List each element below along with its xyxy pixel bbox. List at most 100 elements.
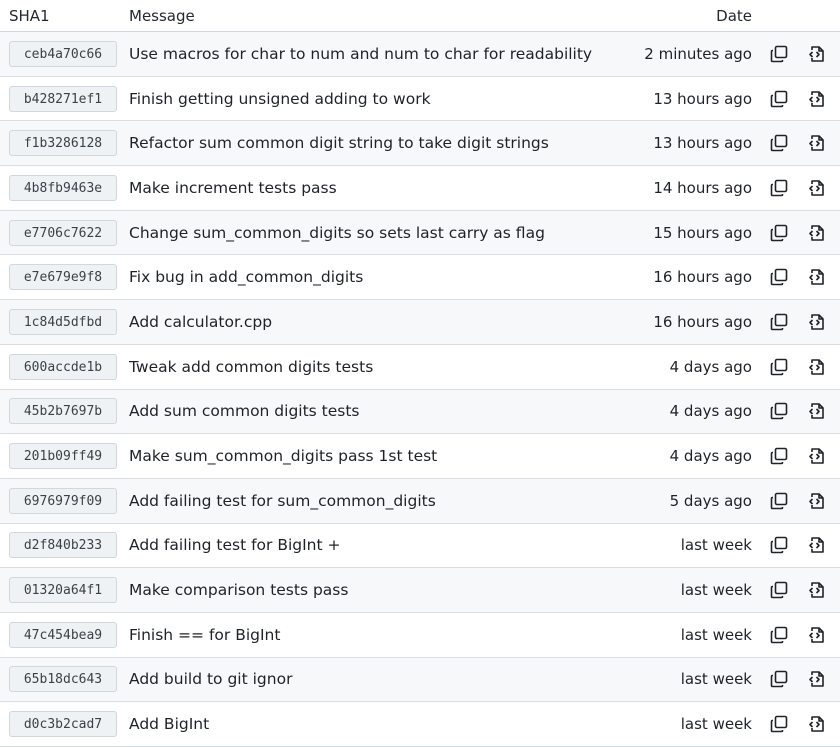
copy-sha-button[interactable] [768, 668, 790, 690]
browse-files-button[interactable] [806, 713, 828, 735]
commit-sha-button[interactable]: 01320a64f1 [9, 577, 117, 604]
browse-files-icon [809, 46, 824, 62]
browse-files-icon [809, 180, 824, 196]
commit-message[interactable]: Add failing test for BigInt + [129, 536, 640, 554]
commit-sha-button[interactable]: 47c454bea9 [9, 621, 117, 648]
copy-sha-button[interactable] [768, 266, 790, 288]
commit-sha-button[interactable]: e7e679e9f8 [9, 264, 117, 291]
copy-sha-button[interactable] [768, 490, 790, 512]
copy-icon [770, 313, 788, 331]
copy-sha-button[interactable] [768, 713, 790, 735]
commit-message[interactable]: Change sum_common_digits so sets last ca… [129, 224, 640, 242]
browse-files-icon [809, 358, 824, 375]
table-header: SHA1 Message Date [0, 0, 840, 32]
commit-message[interactable]: Finish == for BigInt [129, 626, 640, 644]
commit-sha-button[interactable]: d2f840b233 [9, 532, 117, 559]
browse-files-button[interactable] [806, 668, 828, 690]
browse-files-icon [809, 90, 824, 107]
browse-files-button[interactable] [806, 177, 828, 199]
copy-icon [770, 358, 788, 375]
browse-files-button[interactable] [806, 356, 828, 378]
copy-sha-button[interactable] [768, 311, 790, 333]
commit-sha-button[interactable]: 6976979f09 [9, 487, 117, 514]
browse-files-button[interactable] [806, 490, 828, 512]
commit-message[interactable]: Fix bug in add_common_digits [129, 268, 640, 286]
date-column-header: Date [716, 6, 752, 25]
commit-row: 1c84d5dfbd Add calculator.cpp 16 hours a… [0, 300, 840, 345]
commit-message[interactable]: Use macros for char to num and num to ch… [129, 45, 640, 63]
commit-message[interactable]: Finish getting unsigned adding to work [129, 90, 640, 108]
browse-files-icon [809, 224, 824, 241]
copy-icon [770, 45, 788, 63]
copy-icon [770, 447, 788, 465]
browse-files-button[interactable] [806, 266, 828, 288]
copy-icon [770, 224, 788, 241]
commit-row: d2f840b233 Add failing test for BigInt +… [0, 524, 840, 569]
browse-files-icon [809, 448, 824, 464]
commit-message[interactable]: Make sum_common_digits pass 1st test [129, 447, 640, 465]
commit-sha-button[interactable]: 45b2b7697b [9, 398, 117, 425]
commit-sha-button[interactable]: 4b8fb9463e [9, 174, 117, 201]
browse-files-button[interactable] [806, 311, 828, 333]
commit-sha-button[interactable]: 201b09ff49 [9, 443, 117, 470]
commit-sha-button[interactable]: e7706c7622 [9, 219, 117, 246]
copy-icon [770, 134, 788, 152]
commit-row: 4b8fb9463e Make increment tests pass 14 … [0, 166, 840, 211]
browse-files-button[interactable] [806, 132, 828, 154]
browse-files-icon [809, 314, 824, 330]
browse-files-icon [809, 537, 824, 554]
copy-icon [770, 90, 788, 107]
commit-message[interactable]: Make comparison tests pass [129, 581, 640, 599]
copy-sha-button[interactable] [768, 222, 790, 244]
commit-message[interactable]: Refactor sum common digit string to take… [129, 134, 640, 152]
commit-message[interactable]: Make increment tests pass [129, 179, 640, 197]
browse-files-button[interactable] [806, 445, 828, 467]
browse-files-button[interactable] [806, 534, 828, 556]
commit-sha-button[interactable]: d0c3b2cad7 [9, 711, 117, 738]
copy-sha-button[interactable] [768, 534, 790, 556]
copy-sha-button[interactable] [768, 579, 790, 601]
browse-files-icon [809, 492, 824, 509]
browse-files-button[interactable] [806, 624, 828, 646]
browse-files-button[interactable] [806, 88, 828, 110]
commit-sha-button[interactable]: ceb4a70c66 [9, 40, 117, 67]
browse-files-button[interactable] [806, 400, 828, 422]
commit-message[interactable]: Tweak add common digits tests [129, 358, 640, 376]
commit-row: f1b3286128 Refactor sum common digit str… [0, 121, 840, 167]
commit-row: d0c3b2cad7 Add BigInt last week [0, 702, 840, 747]
commit-list: SHA1 Message Date ceb4a70c66 Use macros … [0, 0, 840, 747]
commit-row: 47c454bea9 Finish == for BigInt last wee… [0, 613, 840, 658]
copy-sha-button[interactable] [768, 624, 790, 646]
commit-sha-button[interactable]: 65b18dc643 [9, 666, 117, 693]
copy-sha-button[interactable] [768, 88, 790, 110]
copy-icon [770, 179, 788, 197]
commit-message[interactable]: Add calculator.cpp [129, 313, 640, 331]
browse-files-icon [809, 269, 824, 286]
browse-files-button[interactable] [806, 579, 828, 601]
commit-message[interactable]: Add failing test for sum_common_digits [129, 492, 640, 510]
commit-sha-button[interactable]: f1b3286128 [9, 130, 117, 157]
copy-sha-button[interactable] [768, 132, 790, 154]
browse-files-icon [809, 671, 824, 688]
copy-sha-button[interactable] [768, 43, 790, 65]
commit-sha-button[interactable]: 600accde1b [9, 353, 117, 380]
commit-message[interactable]: Add sum common digits tests [129, 402, 640, 420]
copy-sha-button[interactable] [768, 356, 790, 378]
browse-files-button[interactable] [806, 43, 828, 65]
copy-sha-button[interactable] [768, 445, 790, 467]
copy-icon [770, 537, 788, 554]
copy-sha-button[interactable] [768, 177, 790, 199]
commit-row: e7e679e9f8 Fix bug in add_common_digits … [0, 255, 840, 301]
commit-row: 600accde1b Tweak add common digits tests… [0, 345, 840, 390]
commit-sha-button[interactable]: b428271ef1 [9, 85, 117, 112]
copy-icon [770, 581, 788, 599]
browse-files-button[interactable] [806, 222, 828, 244]
copy-icon [770, 492, 788, 510]
copy-icon [770, 671, 788, 688]
commit-message[interactable]: Add BigInt [129, 715, 640, 733]
browse-files-icon [809, 582, 824, 598]
copy-sha-button[interactable] [768, 400, 790, 422]
commit-message[interactable]: Add build to git ignor [129, 670, 640, 688]
commit-row: 45b2b7697b Add sum common digits tests 4… [0, 389, 840, 435]
commit-sha-button[interactable]: 1c84d5dfbd [9, 308, 117, 335]
